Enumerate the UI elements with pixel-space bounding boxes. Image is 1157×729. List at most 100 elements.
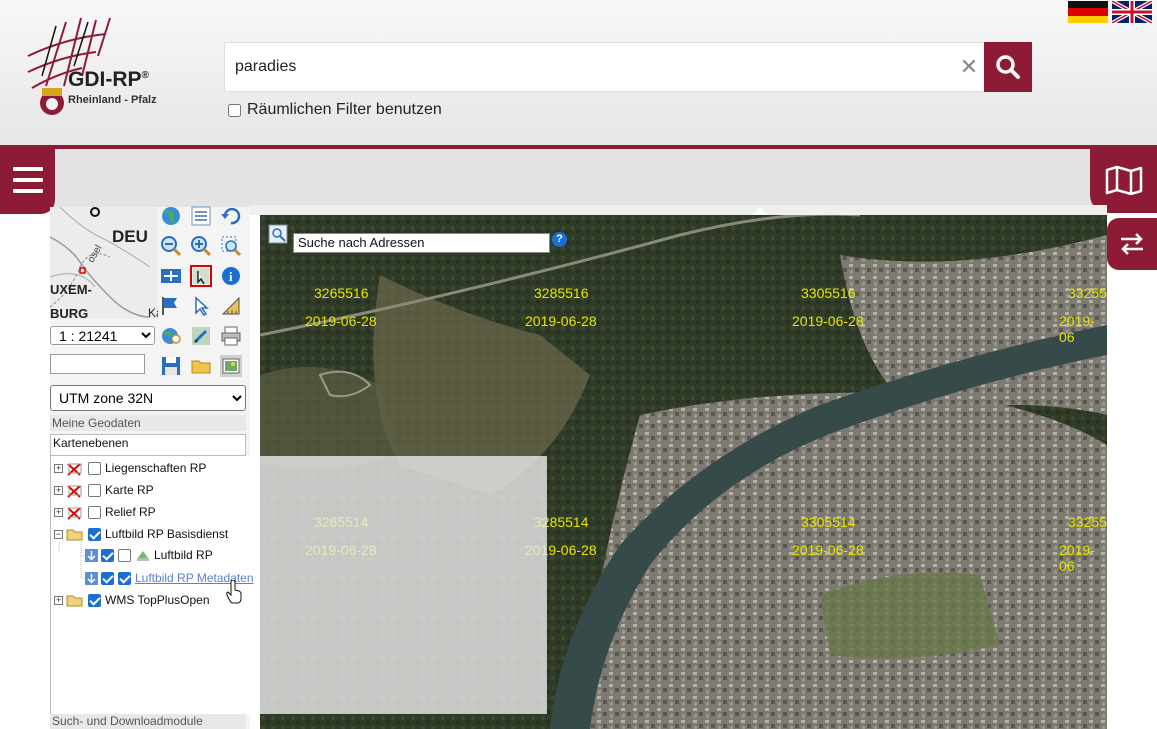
info-icon[interactable]: i [220, 265, 242, 287]
address-search-icon[interactable] [268, 224, 288, 244]
layer-checkbox[interactable] [88, 461, 101, 475]
layer-checkbox[interactable] [88, 593, 101, 607]
tree-row-liegenschaften[interactable]: + Liegenschaften RP [54, 458, 206, 478]
flag-icon[interactable] [160, 295, 182, 317]
select-feature-icon[interactable] [190, 265, 212, 287]
layer-error-icon [67, 463, 82, 476]
folder-open-icon [66, 529, 83, 541]
tree-row-wms-topplusopen[interactable]: + WMS TopPlusOpen [54, 590, 210, 610]
tree-row-karte[interactable]: + Karte RP [54, 480, 154, 500]
zoom-out-icon[interactable] [160, 235, 182, 257]
mouse-cursor-icon [226, 579, 242, 604]
history-back-icon[interactable] [220, 205, 242, 227]
map-top-border [250, 205, 1107, 215]
layer-label: Luftbild RP Basisdienst [105, 527, 229, 541]
layer-checkbox[interactable] [88, 527, 101, 541]
legend-list-icon[interactable] [190, 205, 212, 227]
gdi-rp-logo[interactable]: GDI-RP® Rheinland - Pfalz [26, 16, 166, 120]
layer-error-icon [67, 485, 82, 498]
edit-icon[interactable] [190, 325, 212, 347]
layer-query-checkbox[interactable] [118, 571, 131, 585]
tab-kartenebenen[interactable]: Kartenebenen [50, 434, 246, 456]
grid-number-label: 33255 [1068, 514, 1107, 530]
grid-date-label: 2019-06 [1059, 542, 1095, 574]
header: GDI-RP® Rheinland - Pfalz ✕ Räumlichen F… [0, 0, 1157, 146]
download-icon[interactable] [85, 548, 98, 562]
layer-query-checkbox[interactable] [118, 548, 131, 562]
spatial-filter-label: Räumlichen Filter benutzen [247, 101, 442, 118]
layer-checkbox[interactable] [101, 571, 114, 585]
zoom-in-icon[interactable] [190, 235, 212, 257]
grid-number-label: 3305514 [801, 514, 856, 530]
layer-label: WMS TopPlusOpen [105, 593, 210, 607]
pan-icon[interactable] [160, 265, 182, 287]
print-icon[interactable] [220, 325, 242, 347]
spatial-filter-checkbox[interactable] [228, 103, 241, 117]
zoom-box-icon[interactable] [220, 235, 242, 257]
globe-icon[interactable] [160, 205, 182, 227]
toolbar-strip [0, 149, 1157, 207]
grid-number-label: 33255 [1068, 285, 1107, 301]
map-view-button[interactable] [1090, 146, 1157, 213]
search-button[interactable] [984, 42, 1032, 92]
search-icon [996, 55, 1020, 79]
grid-date-label: 2019-06-28 [792, 542, 864, 558]
layer-label: Relief RP [105, 505, 156, 519]
download-icon[interactable] [85, 571, 98, 585]
grid-date-label: 2019-06-28 [525, 313, 597, 329]
layer-info-icon [137, 551, 149, 561]
search-input[interactable] [225, 43, 945, 91]
overview-label-ka: Ka [148, 306, 158, 319]
crs-select[interactable]: UTM zone 32N [50, 385, 246, 411]
grid-date-label: 2019-06-28 [792, 313, 864, 329]
layer-checkbox[interactable] [88, 505, 101, 519]
scale-select[interactable]: 1 : 21241 [50, 326, 155, 345]
overview-label-burg: BURG [50, 306, 88, 319]
layer-label: Luftbild RP [154, 548, 213, 562]
save-icon[interactable] [160, 355, 182, 377]
tree-row-luftbild-rp[interactable]: Luftbild RP [85, 545, 213, 565]
map-icon [1105, 165, 1142, 195]
swap-button[interactable] [1107, 218, 1157, 270]
grid-number-label: 3285516 [534, 285, 589, 301]
layer-checkbox[interactable] [101, 548, 114, 562]
map-tools: i [160, 205, 250, 381]
grid-number-label: 3265516 [314, 285, 369, 301]
my-geodata-section[interactable]: Meine Geodaten [50, 415, 246, 431]
help-icon[interactable]: ? [552, 232, 567, 247]
de-flag-icon[interactable] [1068, 1, 1108, 23]
svg-text:i: i [229, 269, 233, 284]
menu-button[interactable] [0, 146, 55, 214]
folder-icon [66, 595, 83, 607]
expand-toggle[interactable]: + [54, 595, 63, 605]
layer-label: Liegenschaften RP [105, 461, 207, 475]
measure-icon[interactable] [220, 295, 242, 317]
globe-search-icon[interactable] [160, 325, 182, 347]
grid-date-label: 2019-06-28 [305, 313, 377, 329]
tree-row-luftbild-basisdienst[interactable]: − Luftbild RP Basisdienst [54, 524, 228, 544]
hamburger-icon [12, 167, 43, 193]
expand-toggle[interactable]: + [54, 507, 63, 517]
clear-search-icon[interactable]: ✕ [957, 54, 981, 80]
pointer-icon[interactable] [190, 295, 212, 317]
spatial-filter-row[interactable]: Räumlichen Filter benutzen [228, 101, 442, 119]
coordinate-input[interactable] [50, 354, 145, 374]
expand-toggle[interactable]: + [54, 463, 63, 473]
logo-subtitle: Rheinland - Pfalz [68, 94, 157, 106]
overview-label-deu: DEU [112, 227, 148, 246]
search-box: ✕ [224, 42, 984, 92]
image-export-icon[interactable] [220, 355, 242, 377]
address-search-input[interactable]: Suche nach Adressen [293, 233, 550, 253]
uk-flag-icon[interactable] [1111, 0, 1153, 25]
expand-toggle[interactable]: + [54, 485, 63, 495]
open-folder-icon[interactable] [190, 355, 212, 377]
overview-map[interactable]: DEU UXEM- BURG osel Ka [50, 207, 158, 319]
layer-checkbox[interactable] [88, 483, 101, 497]
layer-label: Karte RP [105, 483, 154, 497]
collapse-toggle[interactable]: − [54, 529, 63, 539]
map-overlay-panel [260, 456, 547, 714]
tree-row-relief[interactable]: + Relief RP [54, 502, 156, 522]
grid-date-label: 2019-06 [1059, 313, 1095, 345]
search-download-section[interactable]: Such- und Downloadmodule [50, 714, 246, 729]
grid-number-label: 3305516 [801, 285, 856, 301]
